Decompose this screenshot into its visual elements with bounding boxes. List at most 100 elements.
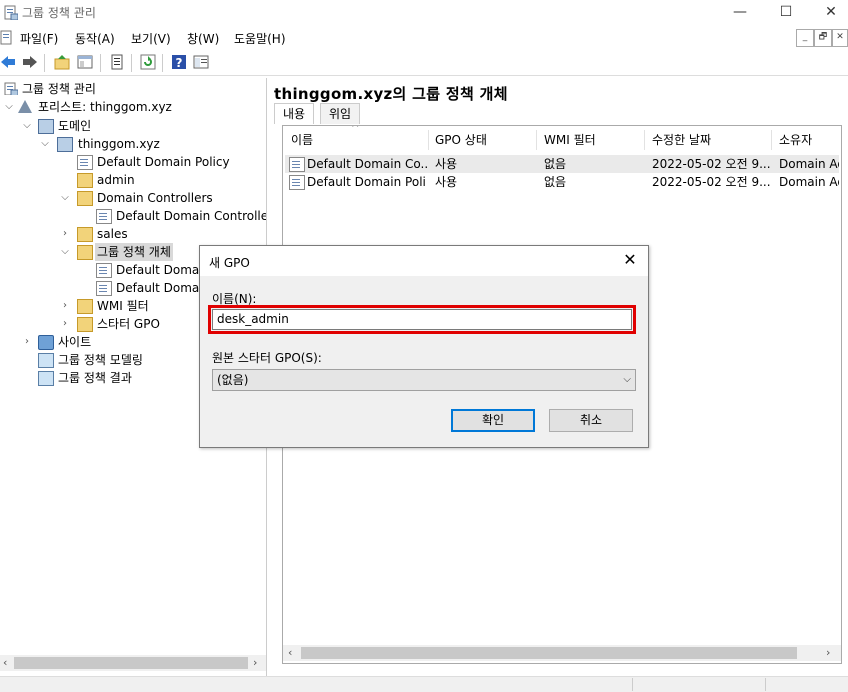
refresh-icon[interactable] (140, 54, 156, 70)
column-header-wmi-filter[interactable]: WMI 필터 (544, 131, 596, 149)
cell-name: Default Domain Poli... (307, 175, 427, 189)
gpo-icon (96, 281, 112, 296)
page-title: thinggom.xyz의 그룹 정책 개체 (274, 85, 508, 103)
starter-gpo-select[interactable]: (없음) ⌵ (212, 369, 636, 391)
console-icon (0, 30, 12, 45)
menu-window[interactable]: 창(W) (187, 30, 219, 47)
chevron-right-icon[interactable]: › (22, 333, 32, 351)
column-divider[interactable] (644, 130, 645, 150)
scroll-left-icon[interactable]: ‹ (3, 655, 7, 671)
column-divider[interactable] (428, 130, 429, 150)
results-icon (38, 371, 54, 386)
chevron-down-icon[interactable]: ⌵ (4, 98, 14, 116)
svg-text:?: ? (176, 56, 183, 70)
tree-label: Domain Controllers (97, 191, 213, 205)
scroll-thumb[interactable] (14, 657, 248, 669)
console-tree-icon[interactable] (193, 54, 209, 70)
gpo-icon (289, 175, 305, 190)
show-tree-icon[interactable] (77, 54, 93, 70)
domains-icon (38, 119, 54, 134)
column-header-name[interactable]: 이름 (291, 131, 313, 149)
chevron-right-icon[interactable]: › (60, 225, 70, 243)
toolbar-separator (44, 54, 45, 72)
chevron-down-icon[interactable]: ⌵ (60, 189, 70, 207)
title-bar: 그룹 정책 관리 — ☐ ✕ (0, 0, 848, 26)
chevron-down-icon[interactable]: ⌵ (40, 135, 50, 153)
chevron-down-icon[interactable]: ⌵ (22, 117, 32, 135)
column-divider[interactable] (536, 130, 537, 150)
status-divider (765, 678, 766, 691)
menu-bar: 파일(F) 동작(A) 보기(V) 창(W) 도움말(H) (0, 27, 848, 50)
menu-view[interactable]: 보기(V) (131, 30, 171, 47)
tree-label: 포리스트: thinggom.xyz (38, 100, 172, 114)
status-bar (0, 676, 848, 692)
cell-wmi-filter: 없음 (544, 175, 567, 189)
tree-label: 그룹 정책 모델링 (58, 353, 143, 367)
column-divider[interactable] (771, 130, 772, 150)
gpo-link-icon (96, 209, 112, 224)
up-folder-icon[interactable] (54, 54, 70, 70)
dialog-title: 새 GPO (209, 256, 250, 270)
mdi-minimize-button[interactable]: _ (796, 29, 814, 47)
back-arrow-icon[interactable] (0, 54, 16, 70)
close-button[interactable]: ✕ (808, 0, 848, 26)
forest-icon (18, 100, 32, 113)
forward-arrow-icon[interactable] (22, 54, 38, 70)
table-row[interactable]: Default Domain Co... 사용 없음 2022-05-02 오전… (285, 155, 839, 173)
scroll-thumb[interactable] (301, 647, 797, 659)
help-icon[interactable]: ? (171, 54, 187, 70)
scroll-right-icon[interactable]: › (253, 655, 257, 671)
tree-label: 그룹 정책 결과 (58, 371, 132, 385)
cell-gpo-status: 사용 (435, 157, 458, 171)
new-gpo-dialog: 새 GPO ✕ 이름(N): desk_admin 원본 스타터 GPO(S):… (199, 245, 649, 448)
app-icon (4, 5, 18, 20)
tree-horizontal-scrollbar[interactable]: ‹ › (0, 655, 266, 671)
chevron-down-icon: ⌵ (623, 374, 631, 385)
column-header-gpo-status[interactable]: GPO 상태 (435, 131, 487, 149)
chevron-right-icon[interactable]: › (60, 315, 70, 333)
wmi-folder-icon (77, 299, 93, 314)
domain-icon (57, 137, 73, 152)
chevron-down-icon[interactable]: ⌵ (60, 243, 70, 261)
mdi-close-button[interactable]: ✕ (832, 29, 848, 47)
menu-action[interactable]: 동작(A) (75, 30, 115, 47)
scroll-left-icon[interactable]: ‹ (288, 645, 292, 661)
starter-gpo-value: (없음) (217, 373, 249, 387)
tree-label: Default Domain (116, 263, 211, 277)
dialog-title-bar: 새 GPO ✕ (200, 246, 648, 276)
dialog-close-button[interactable]: ✕ (620, 251, 640, 271)
toolbar-separator (100, 54, 101, 72)
table-row[interactable]: Default Domain Poli... 사용 없음 2022-05-02 … (285, 173, 839, 191)
maximize-button[interactable]: ☐ (763, 0, 809, 26)
column-header-owner[interactable]: 소유자 (779, 131, 812, 149)
chevron-right-icon[interactable]: › (60, 297, 70, 315)
ok-button[interactable]: 확인 (451, 409, 535, 432)
tab-delegation[interactable]: 위임 (320, 103, 361, 124)
gpmc-icon (4, 82, 18, 95)
highlight-box (208, 305, 636, 334)
tree-label: thinggom.xyz (78, 137, 160, 151)
tree-label: Default Domain Policy (97, 155, 230, 169)
toolbar-separator (162, 54, 163, 72)
tree-label: WMI 필터 (97, 299, 149, 313)
cell-modified: 2022-05-02 오전 9... (652, 157, 770, 171)
menu-file[interactable]: 파일(F) (20, 30, 58, 47)
ou-folder-icon (77, 227, 93, 242)
tab-contents[interactable]: 내용 (274, 103, 315, 124)
starter-folder-icon (77, 317, 93, 332)
menu-help[interactable]: 도움말(H) (234, 30, 286, 47)
column-header-modified[interactable]: 수정한 날짜 (652, 131, 711, 149)
cell-wmi-filter: 없음 (544, 157, 567, 171)
cell-gpo-status: 사용 (435, 175, 458, 189)
starter-gpo-label: 원본 스타터 GPO(S): (212, 351, 322, 365)
cell-modified: 2022-05-02 오전 9... (652, 175, 770, 189)
tree-label: 스타터 GPO (97, 317, 160, 331)
minimize-button[interactable]: — (717, 0, 763, 26)
ou-folder-icon (77, 191, 93, 206)
properties-icon[interactable] (109, 54, 125, 70)
scroll-right-icon[interactable]: › (826, 645, 830, 661)
mdi-restore-button[interactable]: 🗗 (814, 29, 832, 47)
list-horizontal-scrollbar[interactable]: ‹ › (283, 645, 841, 661)
tree-label-selected: 그룹 정책 개체 (95, 243, 173, 261)
cancel-button[interactable]: 취소 (549, 409, 633, 432)
